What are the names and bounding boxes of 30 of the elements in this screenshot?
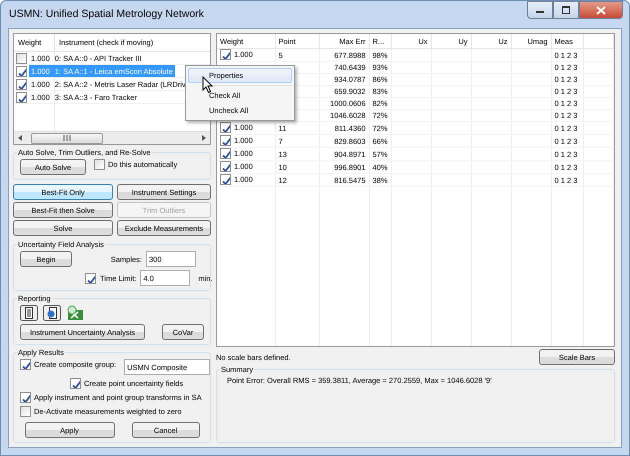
globe-document-icon[interactable] <box>43 305 61 321</box>
window-title: USMN: Unified Spatial Metrology Network <box>9 8 204 20</box>
checkbox[interactable] <box>94 159 105 170</box>
checkbox[interactable] <box>220 49 231 60</box>
spreadsheet-icon[interactable] <box>66 305 84 321</box>
grip-icon <box>63 135 71 141</box>
checkbox[interactable] <box>220 122 231 133</box>
minimize-button[interactable] <box>527 1 553 19</box>
checkbox[interactable] <box>16 92 27 102</box>
close-icon <box>596 6 606 14</box>
checkbox[interactable] <box>220 161 231 172</box>
checkbox[interactable] <box>70 378 81 389</box>
maximize-button[interactable] <box>553 1 579 19</box>
close-button[interactable] <box>579 1 623 19</box>
checkbox[interactable] <box>20 359 31 370</box>
right-arrow-icon[interactable] <box>200 134 208 142</box>
maximize-icon <box>561 6 571 14</box>
document-icon[interactable] <box>20 305 38 321</box>
checkbox[interactable] <box>20 392 31 403</box>
horizontal-scrollbar[interactable] <box>14 131 210 144</box>
checkbox[interactable] <box>16 52 27 64</box>
checkbox[interactable] <box>16 66 27 76</box>
checkbox[interactable] <box>16 78 27 90</box>
scrollbar-thumb[interactable] <box>31 132 103 144</box>
checkbox[interactable] <box>85 272 96 284</box>
checkbox[interactable] <box>220 135 231 146</box>
checkbox[interactable] <box>220 148 231 159</box>
checkbox[interactable] <box>220 174 231 185</box>
checkbox[interactable] <box>20 406 31 417</box>
left-arrow-icon[interactable] <box>16 134 24 142</box>
